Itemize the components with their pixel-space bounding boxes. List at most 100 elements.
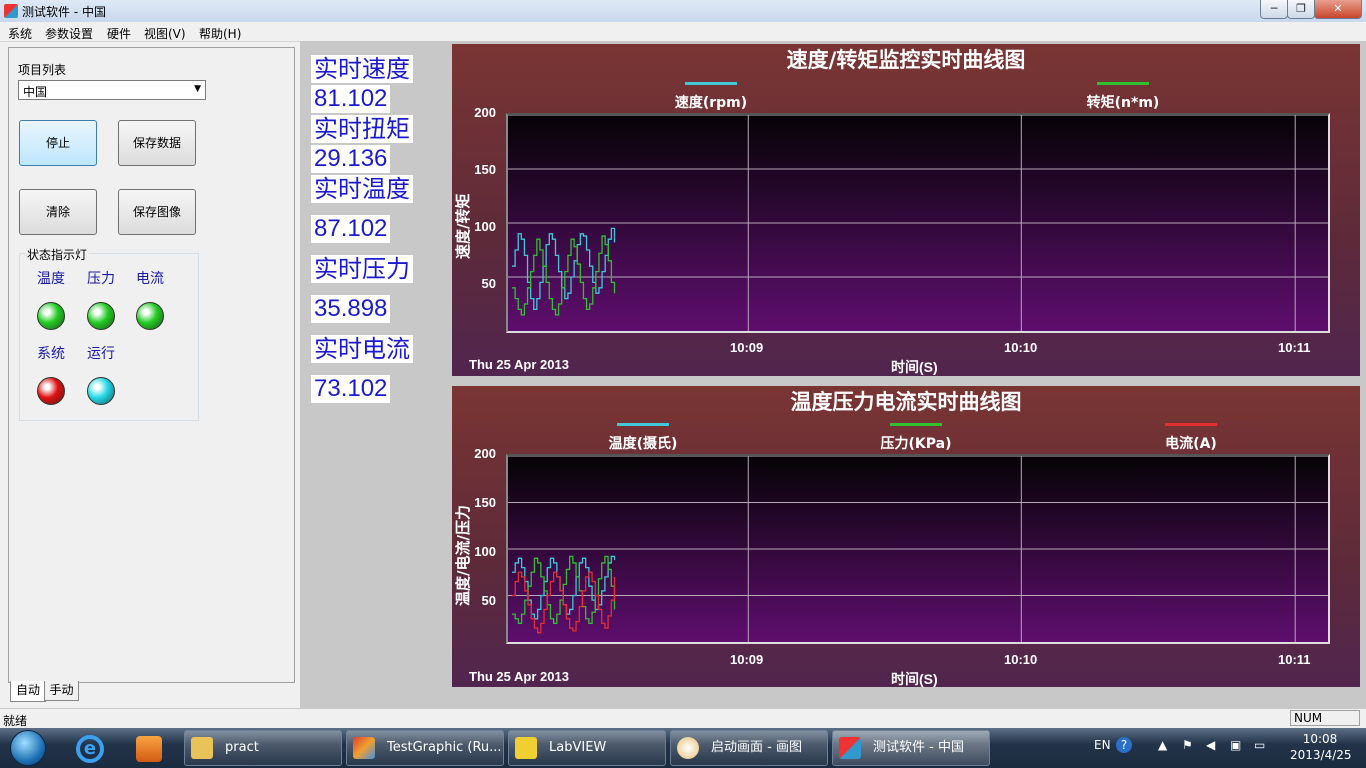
chevron-up-icon[interactable]: ▲ — [1158, 738, 1167, 752]
save-image-button[interactable]: 保存图像 — [118, 189, 196, 235]
speed-value: 81.102 — [311, 85, 391, 113]
taskbar-item-pract[interactable]: pract — [184, 730, 342, 766]
save-data-button[interactable]: 保存数据 — [118, 120, 196, 166]
legend-temperature: 温度(摄氏) — [608, 436, 678, 452]
network-icon[interactable]: ▣ — [1230, 738, 1241, 752]
title-bar — [0, 0, 1366, 22]
y-tick: 200 — [474, 105, 496, 120]
menu-help[interactable]: 帮助(H) — [199, 25, 241, 42]
status-lamp-group-label: 状态指示灯 — [25, 246, 90, 263]
status-text: 就绪 — [3, 714, 28, 728]
plot-area — [506, 454, 1330, 644]
legend-torque: 转矩(n*m) — [1086, 95, 1160, 111]
y-tick: 50 — [481, 593, 496, 608]
input-language[interactable]: EN — [1094, 738, 1111, 752]
lamp-label-running: 运行 — [87, 346, 115, 362]
plot-area — [506, 113, 1330, 333]
menu-view[interactable]: 视图(V) — [144, 25, 186, 42]
clear-button[interactable]: 清除 — [19, 189, 97, 235]
taskbar-item-labview[interactable]: LabVIEW — [508, 730, 666, 766]
x-tick: 10:11 — [1278, 340, 1311, 355]
taskbar-item-label: 测试软件 - 中国 — [873, 740, 964, 755]
minimize-button[interactable]: ─ — [1260, 0, 1288, 19]
tab-auto[interactable]: 自动 — [10, 681, 46, 702]
taskbar-item-label: pract — [225, 740, 259, 755]
action-center-icon[interactable]: ⚑ — [1182, 738, 1193, 752]
window-title: 测试软件 - 中国 — [22, 5, 106, 19]
project-select-value: 中国 — [23, 85, 48, 99]
chart-title: 速度/转矩监控实时曲线图 — [786, 47, 1026, 72]
project-select[interactable]: 中国 ▼ — [18, 80, 206, 100]
lamp-label-pressure: 压力 — [87, 271, 115, 287]
x-tick: 10:09 — [730, 652, 764, 667]
num-lock-indicator: NUM — [1290, 710, 1360, 726]
speed-label: 实时速度 — [311, 55, 413, 83]
temperature-lamp — [37, 302, 65, 330]
x-tick: 10:09 — [730, 340, 764, 355]
menu-hardware[interactable]: 硬件 — [107, 25, 131, 42]
menu-params[interactable]: 参数设置 — [45, 25, 93, 42]
display-icon[interactable]: ▭ — [1254, 738, 1265, 752]
stop-button[interactable]: 停止 — [19, 120, 97, 166]
torque-label: 实时扭矩 — [311, 115, 413, 143]
clock-date: 2013/4/25 — [1290, 748, 1352, 762]
series-line-1 — [512, 555, 616, 625]
paint-icon — [677, 737, 699, 759]
chevron-down-icon: ▼ — [194, 84, 201, 94]
menu-system[interactable]: 系统 — [8, 25, 32, 42]
system-clock[interactable]: 10:08 2013/4/25 — [1290, 731, 1352, 763]
x-tick: 10:11 — [1278, 652, 1311, 667]
legend-pressure: 压力(KPa) — [880, 436, 952, 452]
folder-icon — [191, 737, 213, 759]
x-tick: 10:10 — [1004, 652, 1038, 667]
visual-studio-icon — [353, 737, 375, 759]
app-icon — [4, 4, 18, 18]
chart-title: 温度压力电流实时曲线图 — [790, 389, 1022, 414]
taskbar-item-label: 启动画面 - 画图 — [711, 740, 802, 755]
clock-time: 10:08 — [1302, 732, 1338, 746]
maximize-button[interactable]: ❐ — [1287, 0, 1315, 19]
legend-line-pressure — [890, 423, 942, 426]
taskbar-item-test-software[interactable]: 测试软件 - 中国 — [832, 730, 990, 766]
legend-line-temperature — [617, 423, 669, 426]
pressure-lamp — [87, 302, 115, 330]
date-label: Thu 25 Apr 2013 — [469, 669, 569, 684]
internet-explorer-icon[interactable]: e — [68, 731, 114, 767]
media-player-icon[interactable] — [128, 731, 174, 767]
pressure-label: 实时压力 — [311, 255, 413, 283]
help-icon[interactable]: ? — [1116, 737, 1132, 753]
taskbar-item-paint[interactable]: 启动画面 - 画图 — [670, 730, 828, 766]
torque-value: 29.136 — [311, 145, 391, 173]
status-bar — [0, 708, 1366, 729]
volume-icon[interactable]: ◀ — [1206, 738, 1215, 752]
taskbar-item-label: TestGraphic (Ru... — [387, 740, 502, 755]
taskbar-item-label: LabVIEW — [549, 740, 607, 755]
plot-svg — [508, 456, 1328, 642]
y-tick: 100 — [474, 544, 496, 559]
y-tick: 150 — [474, 162, 496, 177]
y-tick: 100 — [474, 219, 496, 234]
x-axis-label: 时间(S) — [891, 671, 938, 687]
legend-line-current — [1165, 423, 1217, 426]
lamp-label-current: 电流 — [136, 271, 164, 287]
current-label: 实时电流 — [311, 335, 413, 363]
x-axis-label: 时间(S) — [891, 359, 938, 375]
x-tick: 10:10 — [1004, 340, 1038, 355]
y-tick: 50 — [481, 276, 496, 291]
running-lamp — [87, 377, 115, 405]
taskbar-item-testgraphic[interactable]: TestGraphic (Ru... — [346, 730, 504, 766]
temperature-label: 实时温度 — [311, 175, 413, 203]
y-tick: 200 — [474, 446, 496, 461]
start-button[interactable] — [10, 730, 46, 766]
legend-line-torque — [1097, 82, 1149, 85]
system-lamp — [37, 377, 65, 405]
current-value: 73.102 — [311, 375, 391, 403]
current-lamp — [136, 302, 164, 330]
tab-manual[interactable]: 手动 — [44, 681, 79, 701]
speed-torque-chart: 速度/转矩监控实时曲线图 速度(rpm) 转矩(n*m) 速度/转矩 200 1… — [452, 44, 1360, 376]
temperature-value: 87.102 — [311, 215, 391, 243]
legend-line-speed — [685, 82, 737, 85]
temp-pressure-current-chart: 温度压力电流实时曲线图 温度(摄氏) 压力(KPa) 电流(A) 温度/电流/压… — [452, 386, 1360, 687]
close-button[interactable]: ✕ — [1314, 0, 1362, 19]
project-list-label: 项目列表 — [18, 63, 67, 77]
